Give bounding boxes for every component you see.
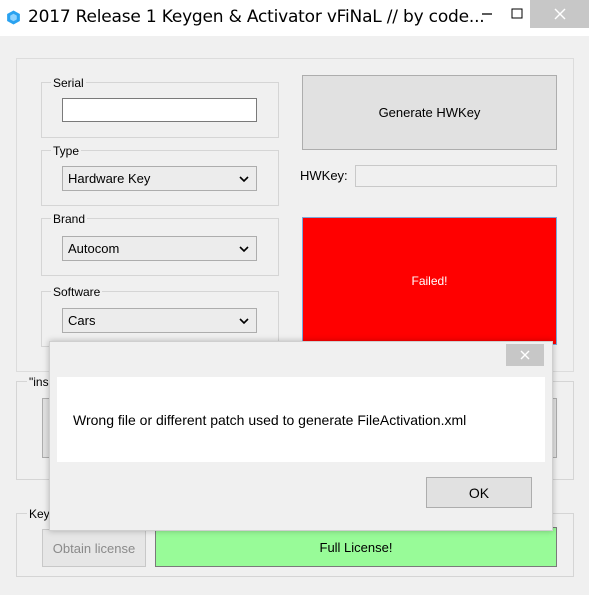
hwkey-field[interactable] [355,165,557,187]
brand-label: Brand [51,212,88,226]
generate-hwkey-button[interactable]: Generate HWKey [302,75,557,150]
maximize-icon [511,8,523,19]
minimize-icon [482,13,492,15]
type-select[interactable]: Hardware Key [62,166,257,191]
dialog-close-button[interactable] [506,344,544,366]
key-group-label: Key [27,507,52,521]
chevron-down-icon [239,246,249,253]
minimize-button[interactable] [470,0,504,28]
serial-input[interactable] [62,98,257,122]
title-bar[interactable]: 2017 Release 1 Keygen & Activator vFiNaL… [0,0,589,36]
message-dialog: Wrong file or different patch used to ge… [49,341,553,531]
close-icon [520,350,530,360]
software-select[interactable]: Cars [62,308,257,333]
maximize-button[interactable] [504,0,530,28]
full-license-button[interactable]: Full License! [155,527,557,567]
serial-label: Serial [51,76,86,90]
ok-button[interactable]: OK [426,477,532,508]
close-button[interactable] [530,0,589,28]
status-text-area: Failed! [306,221,553,341]
window-title: 2017 Release 1 Keygen & Activator vFiNaL… [28,7,485,27]
obtain-license-button[interactable]: Obtain license [42,529,146,567]
app-hex-icon [7,10,20,25]
brand-select[interactable]: Autocom [62,236,257,261]
status-box: Failed! [302,217,557,345]
hwkey-label: HWKey: [300,168,348,183]
close-icon [554,8,565,20]
dialog-body: Wrong file or different patch used to ge… [57,377,545,462]
type-select-value: Hardware Key [68,171,151,186]
software-select-value: Cars [68,313,96,328]
status-text: Failed! [411,274,448,288]
chevron-down-icon [239,318,249,325]
brand-select-value: Autocom [68,241,120,256]
dialog-message: Wrong file or different patch used to ge… [73,412,467,428]
software-label: Software [51,285,103,299]
install-group-label: "ins [27,375,51,389]
type-label: Type [51,144,82,158]
chevron-down-icon [239,176,249,183]
